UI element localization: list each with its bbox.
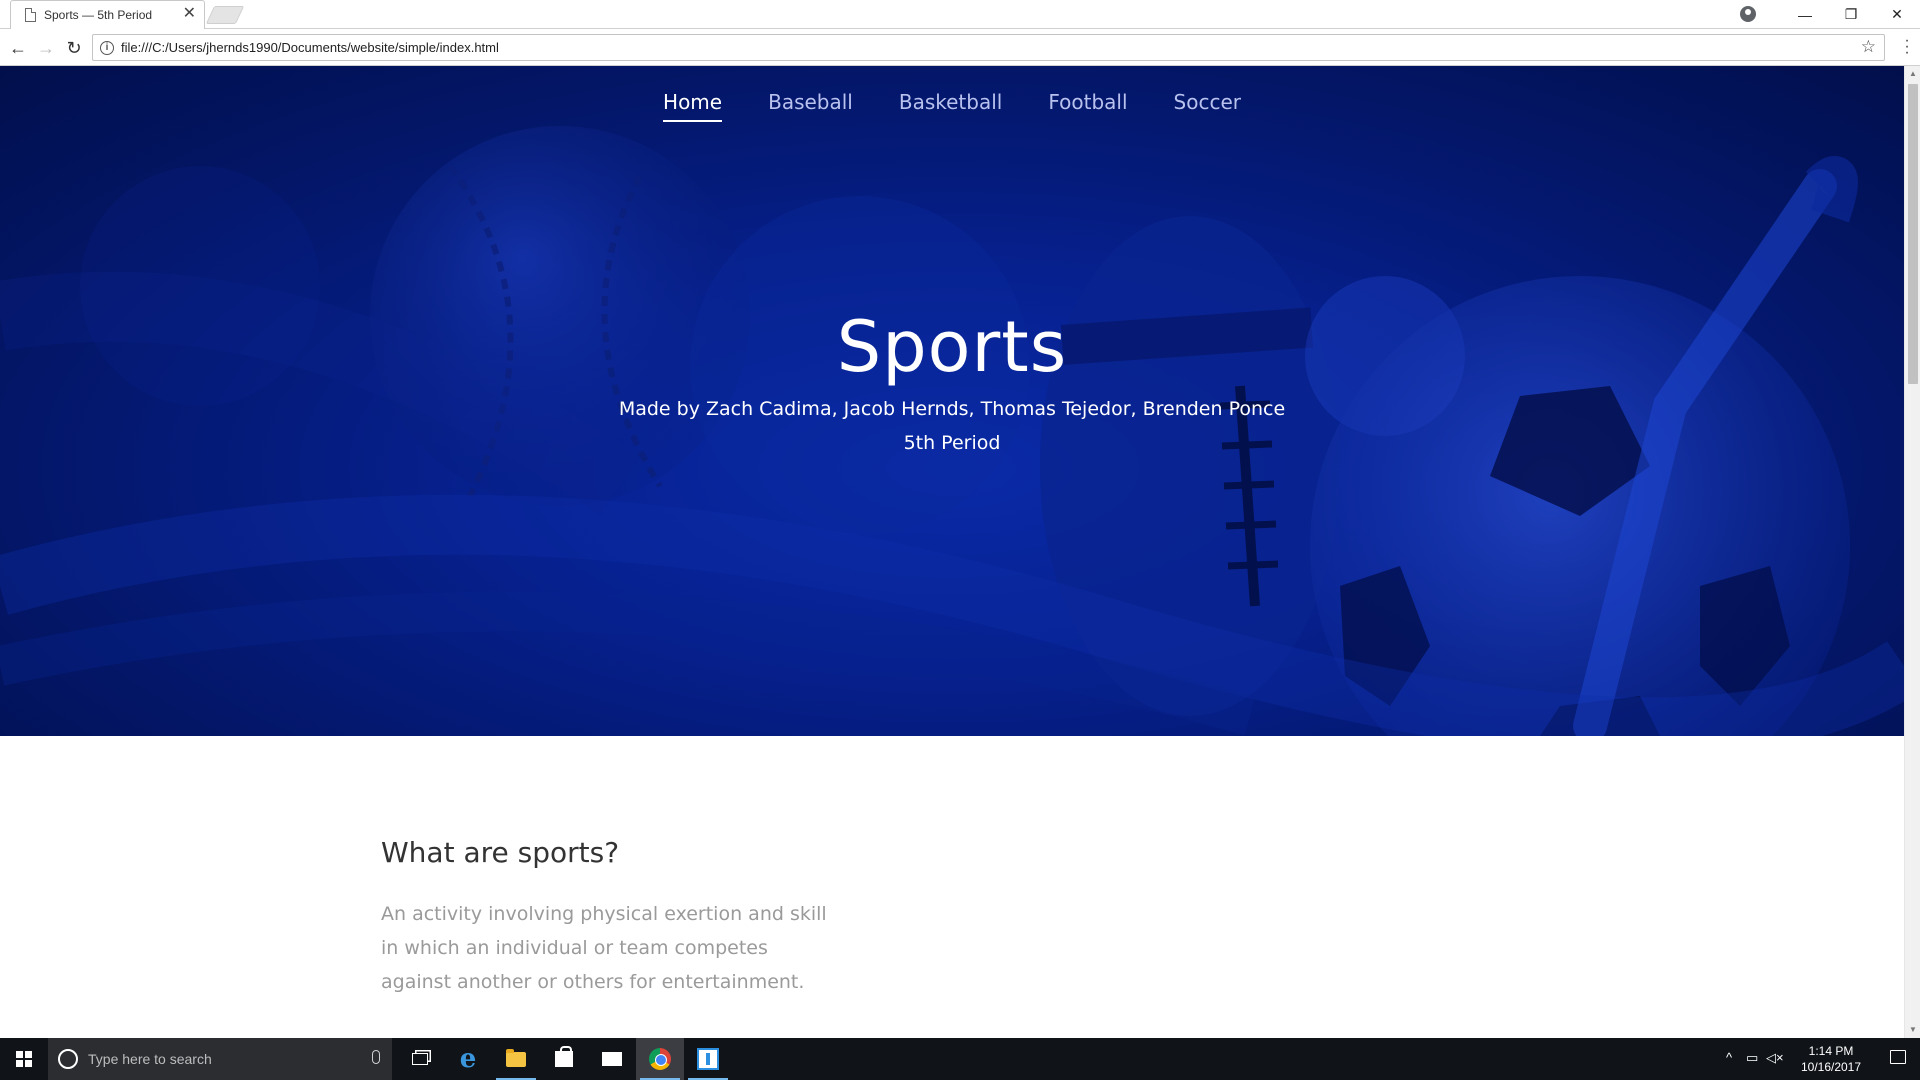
window-controls: — ❐ ✕ [1782,0,1920,29]
clock-date: 10/16/2017 [1800,1060,1862,1074]
store-icon [555,1046,573,1067]
cortana-icon [58,1049,78,1069]
profile-icon[interactable] [1740,6,1756,22]
section-heading: What are sports? [381,836,620,869]
hero-period: 5th Period [903,432,1001,454]
minimize-button[interactable]: — [1782,7,1828,23]
page-icon [25,8,36,22]
restore-button[interactable]: ❐ [1828,6,1874,23]
intro-section: What are sports? An activity involving p… [381,836,881,999]
reload-icon[interactable]: ↻ [62,36,86,60]
scroll-up-icon[interactable]: ▲ [1905,66,1920,82]
tab-close-icon[interactable]: ✕ [183,5,196,23]
new-tab-button[interactable] [205,6,245,24]
chrome-button[interactable] [636,1038,684,1080]
windows-logo-icon [16,1051,32,1067]
system-clock[interactable]: 1:14 PM 10/16/2017 [1796,1043,1866,1075]
store-button[interactable] [540,1038,588,1080]
clock-time: 1:14 PM [1808,1044,1854,1058]
task-view-button[interactable] [396,1038,444,1080]
nav-link-baseball[interactable]: Baseball [768,90,853,122]
task-view-icon [412,1053,428,1065]
taskbar-search[interactable]: Type here to search [48,1038,392,1080]
mail-icon [602,1052,622,1066]
info-icon[interactable]: i [100,41,114,55]
taskbar-apps: e [396,1038,732,1080]
kebab-menu-icon[interactable]: · · · [1900,33,1914,61]
chrome-icon [649,1048,671,1070]
bookmark-star-icon[interactable]: ☆ [1861,37,1876,57]
microphone-icon[interactable] [372,1050,380,1064]
notification-center-icon[interactable] [1890,1050,1906,1064]
mail-button[interactable] [588,1038,636,1080]
edge-icon: e [459,1044,477,1074]
back-arrow-icon[interactable]: ← [6,36,30,60]
chevron-up-icon[interactable]: ^ [1726,1050,1732,1065]
nav-link-football[interactable]: Football [1048,90,1127,122]
system-tray: ^ ▭ ◁× 1:14 PM 10/16/2017 [1720,1038,1920,1080]
nav-link-soccer[interactable]: Soccer [1174,90,1241,122]
file-explorer-button[interactable] [492,1038,540,1080]
browser-tab-strip: Sports — 5th Period ✕ — ❐ ✕ [0,0,1920,29]
start-button[interactable] [0,1038,48,1080]
scroll-down-icon[interactable]: ▼ [1905,1022,1920,1038]
close-window-button[interactable]: ✕ [1874,6,1920,23]
editor-app-button[interactable] [684,1038,732,1080]
edge-button[interactable]: e [444,1038,492,1080]
windows-taskbar: Type here to search e ^ ▭ ◁× 1:14 PM 10/… [0,1038,1920,1080]
hero-title: Sports [836,306,1068,388]
hero-banner: Home Baseball Basketball Football Soccer… [0,66,1904,736]
forward-arrow-icon[interactable]: → [34,36,58,60]
page-viewport: Home Baseball Basketball Football Soccer… [0,66,1904,1038]
nav-link-basketball[interactable]: Basketball [899,90,1002,122]
site-navigation: Home Baseball Basketball Football Soccer [0,90,1904,122]
browser-tab[interactable]: Sports — 5th Period ✕ [10,0,205,29]
nav-link-home[interactable]: Home [663,90,723,122]
section-body: An activity involving physical exertion … [381,903,827,993]
volume-muted-icon[interactable]: ◁× [1766,1050,1784,1066]
address-bar[interactable]: i file:///C:/Users/jhernds1990/Documents… [92,34,1885,61]
tab-title: Sports — 5th Period [44,8,153,22]
page-scrollbar[interactable]: ▲ ▼ [1904,66,1920,1038]
hero-authors: Made by Zach Cadima, Jacob Hernds, Thoma… [618,398,1286,420]
editor-app-icon [697,1048,719,1070]
url-text[interactable]: file:///C:/Users/jhernds1990/Documents/w… [121,40,499,55]
browser-toolbar: ← → ↻ i file:///C:/Users/jhernds1990/Doc… [0,30,1920,66]
folder-icon [506,1048,526,1067]
search-placeholder: Type here to search [88,1051,212,1067]
scrollbar-thumb[interactable] [1908,84,1918,384]
network-icon[interactable]: ▭ [1746,1050,1758,1066]
